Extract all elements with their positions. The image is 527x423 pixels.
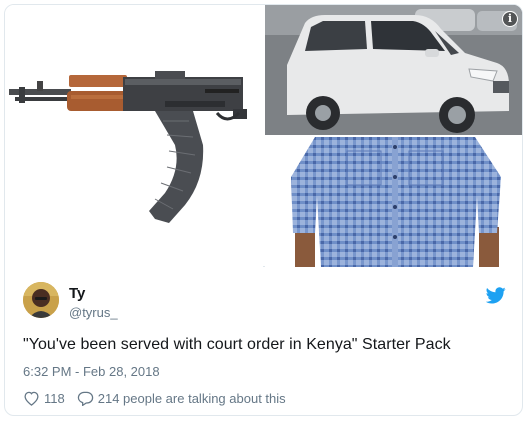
like-count: 118 (44, 390, 65, 406)
rifle-illustration (9, 71, 247, 223)
like-button[interactable]: 118 (23, 390, 65, 406)
avatar[interactable] (23, 282, 59, 318)
shirt-illustration (265, 137, 522, 267)
suv-illustration (265, 5, 522, 135)
user-avatar-image (23, 282, 59, 318)
tweet-text: "You've been served with court order in … (23, 336, 451, 353)
tweet-body: Ty @tyrus_ "You've been served with cour… (5, 268, 522, 415)
heart-icon (24, 391, 39, 406)
tweet-timestamp[interactable]: 6:32 PM - Feb 28, 2018 (23, 364, 160, 379)
image-white-suv[interactable]: i (265, 5, 522, 135)
reply-button[interactable]: 214 people are talking about this (77, 390, 286, 406)
reply-icon (77, 391, 93, 406)
info-icon[interactable]: i (502, 11, 518, 27)
talking-count-text: 214 people are talking about this (97, 390, 286, 406)
user-handle[interactable]: @tyrus_ (69, 305, 118, 320)
media-grid[interactable]: i (5, 5, 522, 267)
display-name[interactable]: Ty (69, 285, 85, 302)
image-checkered-shirt[interactable] (265, 137, 522, 267)
tweet-actions: 118 214 people are talking about this (23, 389, 286, 407)
embedded-tweet-card[interactable]: i Ty @tyrus_ "You've been served with co… (4, 4, 523, 416)
twitter-bird-icon[interactable] (486, 287, 506, 304)
image-rifle[interactable] (5, 5, 263, 267)
